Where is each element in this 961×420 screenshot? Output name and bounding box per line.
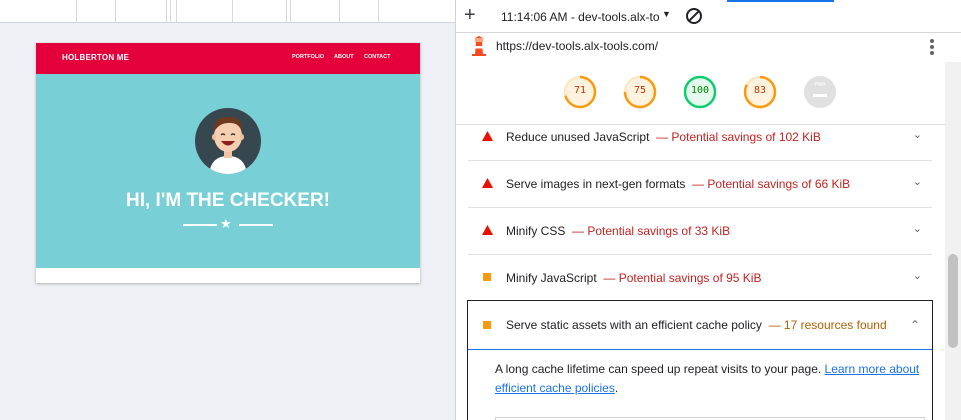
audit-savings: — Potential savings of 95 KiB xyxy=(603,271,762,285)
audit-description: A long cache lifetime can speed up repea… xyxy=(495,362,920,395)
star-icon: ★ xyxy=(220,216,232,231)
url-bar: https://dev-tools.alx-tools.com/ xyxy=(456,33,961,61)
audit-title: Serve static assets with an efficient ca… xyxy=(506,318,762,332)
chevron-down-icon[interactable]: ⌄ xyxy=(913,222,922,235)
avatar xyxy=(195,108,261,174)
gauge-performance[interactable]: 71 xyxy=(563,75,597,109)
audit-row[interactable]: Serve images in next-gen formats — Poten… xyxy=(468,161,932,208)
gauge-seo[interactable]: 83 xyxy=(743,75,777,109)
audit-row[interactable]: Reduce unused JavaScript — Potential sav… xyxy=(468,125,932,161)
chevron-down-icon[interactable]: ⌄ xyxy=(913,175,922,188)
hero-divider-left xyxy=(183,224,217,226)
lighthouse-panel: + 11:14:06 AM - dev-tools.alx-to ▼ https… xyxy=(456,0,961,420)
gauge-accessibility[interactable]: 75 xyxy=(623,75,657,109)
score-gauges: 71 75 100 83 PWA xyxy=(456,62,945,125)
lighthouse-logo-icon xyxy=(472,36,486,56)
preview-panel: HOLBERTON ME PORTFOLIO ABOUT CONTACT HI,… xyxy=(0,0,455,420)
hero-divider-right xyxy=(239,224,273,226)
site-navbar: HOLBERTON ME PORTFOLIO ABOUT CONTACT xyxy=(36,43,420,74)
lighthouse-toolbar: + 11:14:06 AM - dev-tools.alx-to ▼ xyxy=(456,0,961,33)
chevron-up-icon[interactable]: ⌃ xyxy=(910,318,920,332)
average-square-icon xyxy=(483,273,491,281)
fail-triangle-icon xyxy=(482,225,493,235)
audit-row[interactable]: Minify JavaScript — Potential savings of… xyxy=(468,255,932,301)
more-options-icon[interactable] xyxy=(930,39,934,57)
audit-summary: — 17 resources found xyxy=(768,318,887,332)
clear-icon[interactable] xyxy=(686,8,702,24)
media-query-ruler[interactable] xyxy=(0,0,455,23)
report-selector[interactable]: 11:14:06 AM - dev-tools.alx-to xyxy=(501,10,660,24)
nav-about[interactable]: ABOUT xyxy=(334,54,354,60)
audit-savings: — Potential savings of 102 KiB xyxy=(656,130,821,144)
expanded-audit: Serve static assets with an efficient ca… xyxy=(467,300,933,420)
nav-portfolio[interactable]: PORTFOLIO xyxy=(292,54,324,60)
device-preview: HOLBERTON ME PORTFOLIO ABOUT CONTACT HI,… xyxy=(36,43,420,283)
audit-title: Reduce unused JavaScript xyxy=(506,130,650,144)
fail-triangle-icon xyxy=(482,131,493,141)
nav-contact[interactable]: CONTACT xyxy=(364,54,390,60)
gauge-pwa[interactable]: PWA xyxy=(803,75,837,109)
gauge-best-practices[interactable]: 100 xyxy=(683,75,717,109)
chevron-down-icon[interactable]: ⌄ xyxy=(913,269,922,282)
audit-row[interactable]: Minify CSS — Potential savings of 33 KiB… xyxy=(468,208,932,255)
chevron-down-icon[interactable]: ⌄ xyxy=(913,128,922,141)
active-indicator xyxy=(727,0,834,2)
audited-url: https://dev-tools.alx-tools.com/ xyxy=(496,39,659,53)
dropdown-caret-icon[interactable]: ▼ xyxy=(662,9,671,19)
hero-title: HI, I'M THE CHECKER! xyxy=(125,190,331,211)
plus-icon[interactable]: + xyxy=(464,4,476,27)
expanded-audit-header[interactable]: Serve static assets with an efficient ca… xyxy=(468,301,932,350)
average-square-icon xyxy=(483,321,491,329)
scrollbar-thumb[interactable] xyxy=(948,254,958,348)
site-brand[interactable]: HOLBERTON ME xyxy=(62,53,129,62)
audit-title: Minify CSS xyxy=(506,224,566,238)
audit-title: Minify JavaScript xyxy=(506,271,597,285)
audit-savings: — Potential savings of 33 KiB xyxy=(572,224,731,238)
audit-title: Serve images in next-gen formats xyxy=(506,177,686,191)
scrollbar[interactable] xyxy=(945,62,961,420)
fail-triangle-icon xyxy=(482,178,493,188)
audit-savings: — Potential savings of 66 KiB xyxy=(692,177,851,191)
audit-list: Reduce unused JavaScript — Potential sav… xyxy=(456,125,945,420)
